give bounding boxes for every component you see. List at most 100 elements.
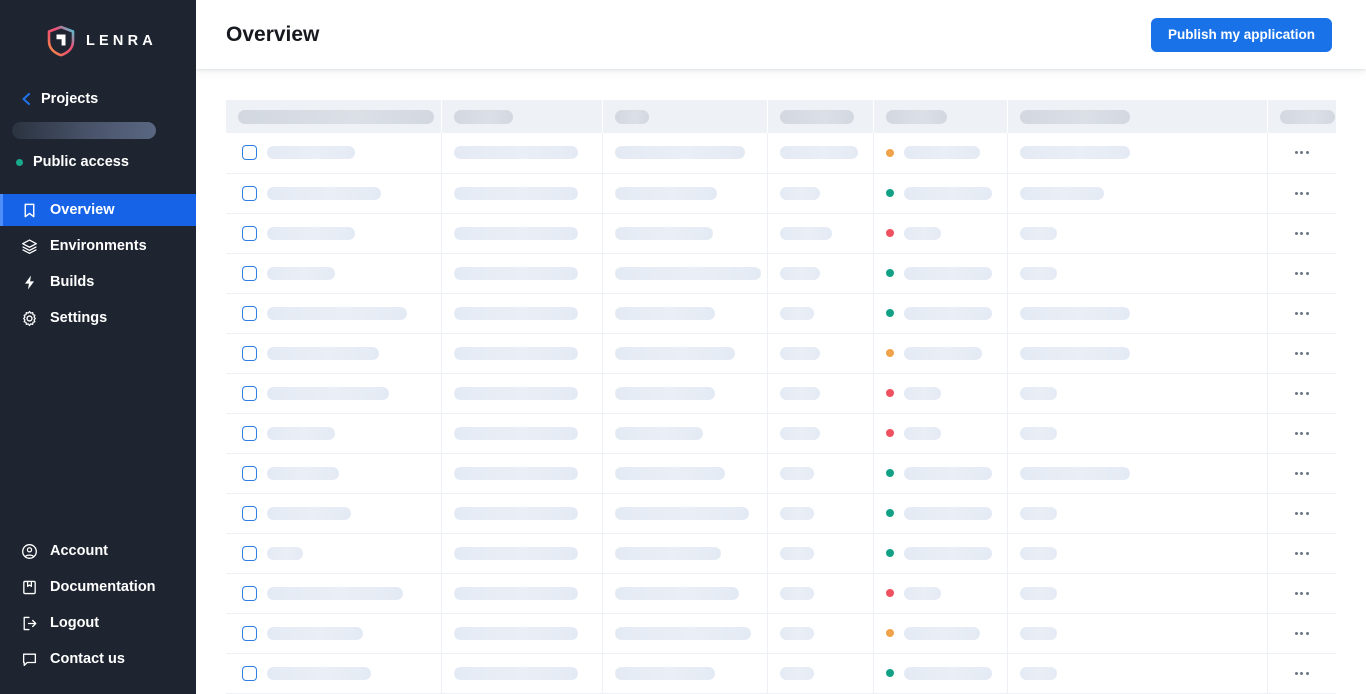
column-header-six[interactable]	[1007, 100, 1268, 133]
table-row[interactable]	[226, 653, 1337, 694]
column-header-name[interactable]	[226, 100, 442, 133]
table-row[interactable]	[226, 573, 1337, 614]
more-horizontal-icon[interactable]	[1268, 254, 1337, 293]
more-horizontal-icon[interactable]	[1268, 174, 1337, 213]
brand-name: LENRA	[86, 33, 157, 49]
row-select-checkbox[interactable]	[242, 425, 257, 441]
more-horizontal-icon[interactable]	[1268, 494, 1337, 533]
sidebar-item-settings[interactable]: Settings	[0, 302, 196, 334]
sidebar-item-overview[interactable]: Overview	[0, 194, 196, 226]
cell-name[interactable]	[226, 613, 442, 654]
table-row[interactable]	[226, 413, 1337, 454]
row-select-checkbox[interactable]	[242, 185, 257, 201]
primary-nav: Overview Environments Builds Settings	[0, 194, 196, 334]
cell-name[interactable]	[226, 333, 442, 374]
more-horizontal-icon[interactable]	[1268, 374, 1337, 413]
row-select-checkbox[interactable]	[242, 225, 257, 241]
cell-skeleton	[614, 426, 703, 440]
sidebar-item-environments[interactable]: Environments	[0, 230, 196, 262]
cell-actions[interactable]	[1267, 573, 1337, 614]
table-row[interactable]	[226, 173, 1337, 214]
publish-application-button[interactable]: Publish my application	[1150, 17, 1332, 52]
cell-actions[interactable]	[1267, 173, 1337, 214]
table-row[interactable]	[226, 133, 1337, 174]
table-row[interactable]	[226, 373, 1337, 414]
cell-actions[interactable]	[1267, 453, 1337, 494]
row-select-checkbox[interactable]	[242, 625, 257, 641]
cell-actions[interactable]	[1267, 653, 1337, 694]
cell-status	[873, 133, 1008, 174]
row-select-checkbox[interactable]	[242, 305, 257, 321]
more-horizontal-icon[interactable]	[1268, 294, 1337, 333]
cell-skeleton	[453, 226, 578, 240]
cell-actions[interactable]	[1267, 413, 1337, 454]
cell-skeleton	[267, 386, 389, 400]
cell-actions[interactable]	[1267, 493, 1337, 534]
cell-actions[interactable]	[1267, 133, 1337, 174]
lenra-shield-logo-icon	[46, 25, 76, 57]
cell-name[interactable]	[226, 293, 442, 334]
table-row[interactable]	[226, 293, 1337, 334]
row-select-checkbox[interactable]	[242, 505, 257, 521]
row-select-checkbox[interactable]	[242, 345, 257, 361]
sidebar-item-contact-us[interactable]: Contact us	[0, 643, 196, 675]
cell-name[interactable]	[226, 373, 442, 414]
sidebar-item-logout[interactable]: Logout	[0, 607, 196, 639]
row-select-checkbox[interactable]	[242, 665, 257, 681]
row-select-checkbox[interactable]	[242, 585, 257, 601]
more-horizontal-icon[interactable]	[1268, 614, 1337, 653]
more-horizontal-icon[interactable]	[1268, 133, 1337, 173]
cell-name[interactable]	[226, 253, 442, 294]
cell-name[interactable]	[226, 413, 442, 454]
cell-two	[441, 653, 603, 694]
table-row[interactable]	[226, 533, 1337, 574]
cell-name[interactable]	[226, 533, 442, 574]
cell-name[interactable]	[226, 493, 442, 534]
cell-name[interactable]	[226, 573, 442, 614]
column-header-two[interactable]	[441, 100, 603, 133]
cell-actions[interactable]	[1267, 213, 1337, 254]
more-horizontal-icon[interactable]	[1268, 414, 1337, 453]
column-header-four[interactable]	[767, 100, 874, 133]
brand-logo[interactable]: LENRA	[0, 0, 196, 60]
table-row[interactable]	[226, 253, 1337, 294]
table-row[interactable]	[226, 333, 1337, 374]
cell-actions[interactable]	[1267, 533, 1337, 574]
cell-name[interactable]	[226, 653, 442, 694]
row-select-checkbox[interactable]	[242, 385, 257, 401]
cell-actions[interactable]	[1267, 253, 1337, 294]
table-row[interactable]	[226, 213, 1337, 254]
back-to-projects-link[interactable]: Projects	[0, 88, 196, 110]
more-horizontal-icon[interactable]	[1268, 214, 1337, 253]
column-header-five[interactable]	[873, 100, 1008, 133]
table-row[interactable]	[226, 613, 1337, 654]
row-select-checkbox[interactable]	[242, 545, 257, 561]
row-select-checkbox[interactable]	[242, 465, 257, 481]
cell-actions[interactable]	[1267, 373, 1337, 414]
sidebar-item-account[interactable]: Account	[0, 535, 196, 567]
more-horizontal-icon[interactable]	[1268, 534, 1337, 573]
cell-skeleton	[614, 146, 745, 160]
more-horizontal-icon[interactable]	[1268, 454, 1337, 493]
table-row[interactable]	[226, 493, 1337, 534]
cell-name[interactable]	[226, 173, 442, 214]
cell-name[interactable]	[226, 133, 442, 174]
row-select-checkbox[interactable]	[242, 145, 257, 161]
sidebar-item-documentation[interactable]: Documentation	[0, 571, 196, 603]
table-row[interactable]	[226, 453, 1337, 494]
more-horizontal-icon[interactable]	[1268, 654, 1337, 693]
cell-actions[interactable]	[1267, 333, 1337, 374]
cell-name[interactable]	[226, 213, 442, 254]
sidebar-item-builds[interactable]: Builds	[0, 266, 196, 298]
status-dot-icon	[885, 429, 894, 437]
cell-name[interactable]	[226, 453, 442, 494]
cell-actions[interactable]	[1267, 613, 1337, 654]
status-dot-icon	[885, 589, 894, 597]
row-select-checkbox[interactable]	[242, 265, 257, 281]
more-horizontal-icon[interactable]	[1268, 574, 1337, 613]
more-horizontal-icon[interactable]	[1268, 334, 1337, 373]
cell-actions[interactable]	[1267, 293, 1337, 334]
status-dot-icon	[885, 549, 894, 557]
cell-four	[767, 173, 874, 214]
column-header-three[interactable]	[602, 100, 768, 133]
